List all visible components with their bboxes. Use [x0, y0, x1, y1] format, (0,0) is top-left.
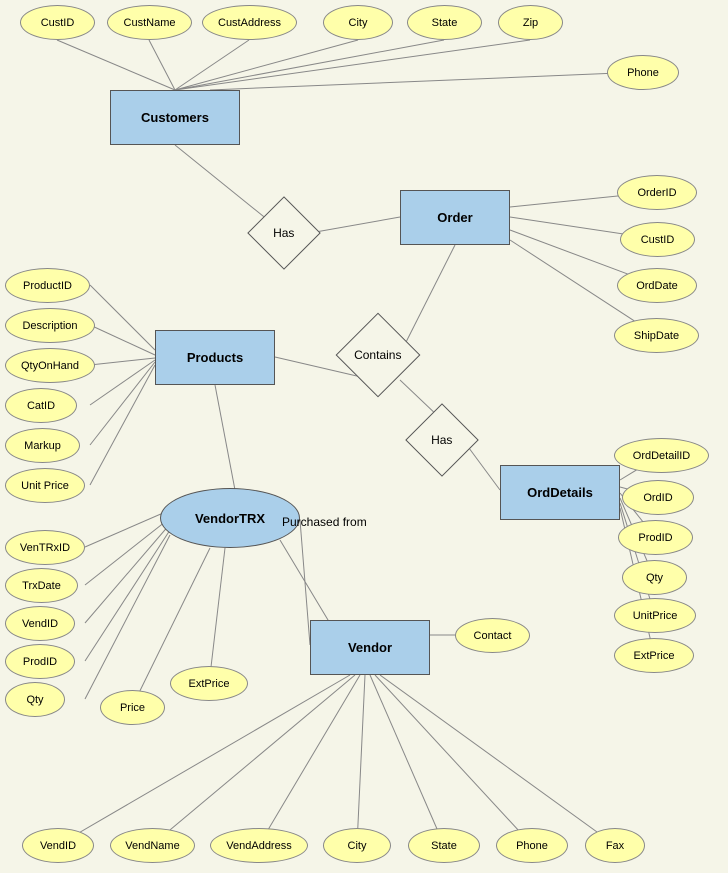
entity-vendor: Vendor: [310, 620, 430, 675]
entity-order: Order: [400, 190, 510, 245]
attr-unitprice: Unit Price: [5, 468, 85, 503]
attr-productid: ProductID: [5, 268, 90, 303]
rel-has2: Has: [405, 403, 479, 477]
attr-state-top: State: [407, 5, 482, 40]
attr-zip: Zip: [498, 5, 563, 40]
attr-markup: Markup: [5, 428, 80, 463]
attr-extprice2: ExtPrice: [614, 638, 694, 673]
attr-custid: CustID: [20, 5, 95, 40]
attr-city-bot: City: [323, 828, 391, 863]
attr-prodid2: ProdID: [5, 644, 75, 679]
attr-contact: Contact: [455, 618, 530, 653]
attr-custaddress: CustAddress: [202, 5, 297, 40]
entity-vendortrx: VendorTRX: [160, 488, 300, 548]
attr-ventrxid: VenTRxID: [5, 530, 85, 565]
rel-purchased-label: Purchased from: [282, 515, 367, 529]
attr-catid: CatID: [5, 388, 77, 423]
attr-vendid: VendID: [5, 606, 75, 641]
attr-shipdate: ShipDate: [614, 318, 699, 353]
rel-contains: Contains: [336, 313, 421, 398]
attr-custid2: CustID: [620, 222, 695, 257]
attr-vendname: VendName: [110, 828, 195, 863]
attr-orddetailid: OrdDetailID: [614, 438, 709, 473]
attr-fax: Fax: [585, 828, 645, 863]
attr-phone-bot: Phone: [496, 828, 568, 863]
attr-orddate: OrdDate: [617, 268, 697, 303]
attr-description: Description: [5, 308, 95, 343]
attr-price: Price: [100, 690, 165, 725]
attr-state-bot: State: [408, 828, 480, 863]
entity-products: Products: [155, 330, 275, 385]
attr-ordid: OrdID: [622, 480, 694, 515]
rel-has1: Has: [247, 196, 321, 270]
attr-custname: CustName: [107, 5, 192, 40]
attr-qty: Qty: [622, 560, 687, 595]
attr-extprice3: ExtPrice: [170, 666, 248, 701]
attr-qty2: Qty: [5, 682, 65, 717]
attr-city-top: City: [323, 5, 393, 40]
attr-vendid2: VendID: [22, 828, 94, 863]
attr-vendaddress: VendAddress: [210, 828, 308, 863]
attr-orderid: OrderID: [617, 175, 697, 210]
attr-prodid: ProdID: [618, 520, 693, 555]
attr-unitprice2: UnitPrice: [614, 598, 696, 633]
entity-orddetails: OrdDetails: [500, 465, 620, 520]
er-diagram: CustID CustName CustAddress City State Z…: [0, 0, 728, 873]
attr-qtyonhand: QtyOnHand: [5, 348, 95, 383]
attr-phone-top: Phone: [607, 55, 679, 90]
entity-customers: Customers: [110, 90, 240, 145]
attr-trxdate: TrxDate: [5, 568, 78, 603]
